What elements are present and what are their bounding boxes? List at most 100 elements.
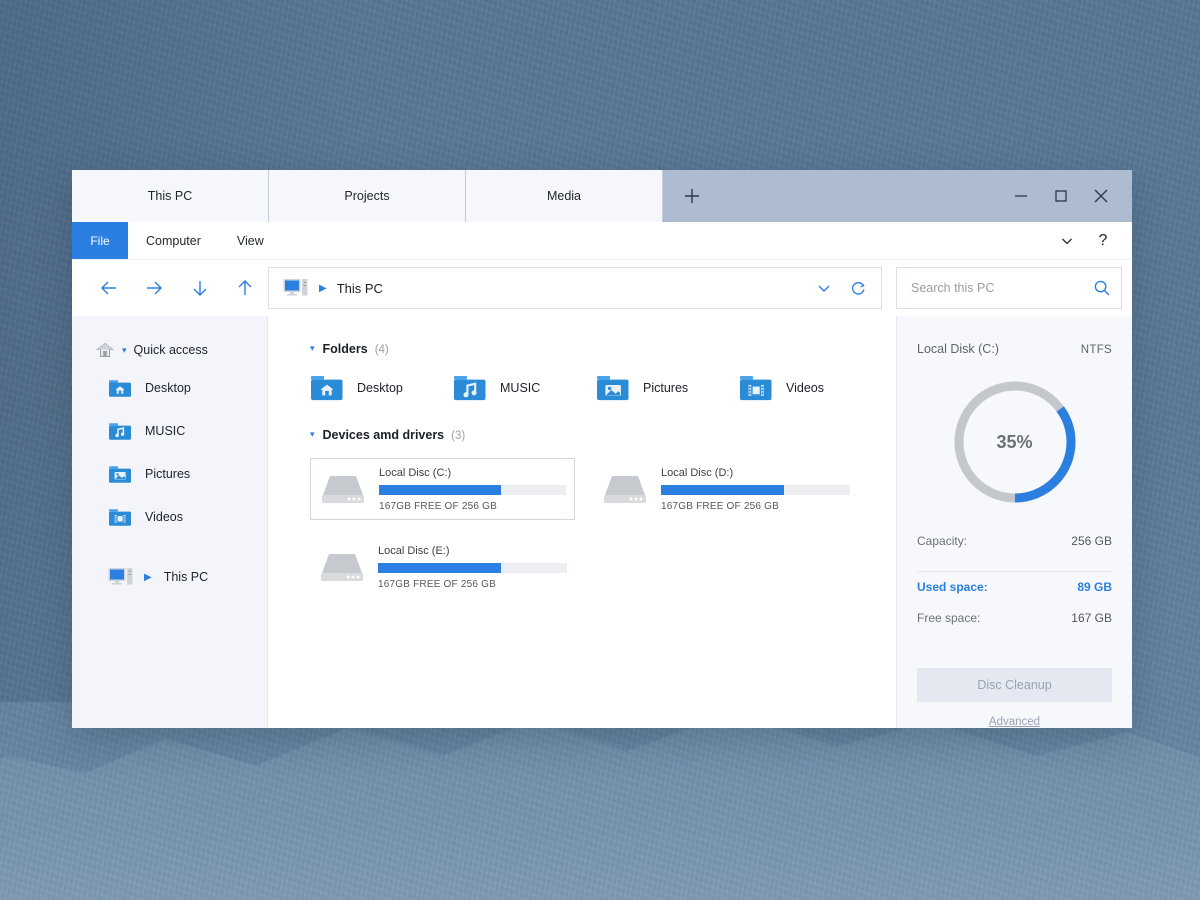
drive-space-label: 167GB FREE OF 256 GB [379, 500, 497, 512]
folder-videos-icon [109, 508, 131, 526]
menu-item-label: View [236, 233, 264, 248]
tab-this-pc[interactable]: This PC [72, 170, 269, 222]
refresh-button[interactable] [841, 268, 875, 308]
menu-bar-right: ? [1052, 222, 1132, 259]
sidebar-item-label: This PC [163, 570, 209, 584]
menu-computer[interactable]: Computer [128, 222, 219, 259]
drive-tile-d[interactable]: Local Disc (D:) 167GB FREE OF 256 GB [593, 458, 858, 520]
address-bar-actions [807, 268, 875, 308]
advanced-label: Advanced [988, 716, 1041, 728]
address-history-button[interactable] [807, 268, 841, 308]
recent-locations-button[interactable] [177, 268, 223, 308]
home-pin-icon [96, 342, 114, 357]
advanced-link[interactable]: Advanced [989, 716, 1040, 728]
folders-section-header[interactable]: ▾ Folders (4) [310, 342, 896, 356]
chevron-down-icon: ▾ [310, 429, 315, 439]
sidebar-item-label: MUSIC [145, 423, 186, 438]
tab-label: Media [546, 189, 582, 203]
maximize-button[interactable] [1042, 176, 1080, 216]
sidebar-group-quick-access[interactable]: ▾ Quick access [72, 334, 267, 366]
search-icon[interactable] [1093, 279, 1111, 297]
folders-grid: Desktop MUSIC Pictures Videos [310, 374, 896, 402]
devices-section-header[interactable]: ▾ Devices amd drivers (3) [310, 428, 896, 442]
drive-name: Local Disc (D:) [661, 466, 734, 479]
arrow-left-icon [100, 281, 116, 295]
tab-label: Projects [344, 189, 390, 203]
sidebar-item-videos[interactable]: Videos [72, 495, 267, 538]
chevron-down-icon [1062, 238, 1072, 244]
computer-icon [108, 568, 133, 585]
donut-center-label: 35% [996, 431, 1033, 452]
row-value: 89 GB [1077, 580, 1112, 594]
hard-drive-icon [321, 554, 363, 581]
drive-meta: Local Disc (C:) 167GB FREE OF 256 GB [379, 467, 566, 512]
tab-media[interactable]: Media [466, 170, 663, 222]
drive-space-label: 167GB FREE OF 256 GB [661, 500, 779, 512]
navigation-bar: ▶ This PC [72, 260, 1132, 316]
search-bar[interactable] [896, 267, 1122, 309]
folder-item-desktop[interactable]: Desktop [310, 374, 453, 402]
search-input[interactable] [911, 281, 1093, 295]
drive-meta: Local Disc (D:) 167GB FREE OF 256 GB [661, 467, 850, 512]
folder-label: MUSIC [500, 381, 541, 395]
row-key: Used space: [917, 580, 988, 594]
folder-item-pictures[interactable]: Pictures [596, 374, 739, 402]
menu-item-label: Computer [146, 233, 201, 248]
folder-item-music[interactable]: MUSIC [453, 374, 596, 402]
chevron-right-icon: ▶ [144, 571, 152, 583]
tab-label: This PC [147, 189, 193, 203]
minimize-icon [1015, 195, 1027, 197]
tab-strip: This PC Projects Media [72, 170, 721, 222]
details-row-capacity: Capacity: 256 GB [917, 534, 1112, 565]
drive-meta: Local Disc (E:) 167GB FREE OF 256 GB [378, 545, 567, 590]
folder-label: Desktop [357, 381, 403, 395]
nav-buttons [86, 268, 268, 308]
section-title: Folders [322, 342, 368, 356]
folder-home-icon [311, 376, 343, 401]
folder-item-videos[interactable]: Videos [739, 374, 882, 402]
details-divider [917, 571, 1112, 572]
back-button[interactable] [86, 268, 132, 308]
menu-file-label: File [90, 233, 110, 248]
file-explorer-window: This PC Projects Media File Computer Vie… [72, 170, 1132, 728]
tab-projects[interactable]: Projects [269, 170, 466, 222]
navigation-sidebar: ▾ Quick access Desktop MUSIC Pictures Vi… [72, 316, 268, 728]
help-label: ? [1098, 231, 1108, 249]
sidebar-item-music[interactable]: MUSIC [72, 409, 267, 452]
address-bar[interactable]: ▶ This PC [268, 267, 882, 309]
donut: 35% [951, 378, 1079, 506]
expand-ribbon-button[interactable] [1052, 226, 1082, 256]
drive-usage-bar [661, 484, 850, 495]
drive-tile-c[interactable]: Local Disc (C:) 167GB FREE OF 256 GB [310, 458, 575, 520]
menu-file[interactable]: File [72, 222, 128, 259]
details-row-free-space: Free space: 167 GB [917, 611, 1112, 642]
breadcrumb-path-label: This PC [336, 280, 383, 296]
close-button[interactable] [1082, 176, 1120, 216]
up-button[interactable] [223, 268, 269, 308]
sidebar-item-pictures[interactable]: Pictures [72, 452, 267, 495]
refresh-icon [851, 281, 864, 295]
drive-tile-e[interactable]: Local Disc (E:) 167GB FREE OF 256 GB [310, 536, 575, 598]
window-controls [1002, 170, 1132, 222]
minimize-button[interactable] [1002, 176, 1040, 216]
folder-label: Videos [786, 381, 824, 395]
details-title: Local Disk (C:) [917, 342, 999, 356]
folder-pictures-icon [597, 376, 629, 401]
forward-button[interactable] [132, 268, 178, 308]
new-tab-button[interactable] [663, 170, 721, 222]
sidebar-item-label: Desktop [145, 380, 191, 395]
hard-drive-icon [604, 476, 646, 503]
sidebar-group-label: Quick access [133, 343, 208, 357]
sidebar-item-this-pc[interactable]: ▶ This PC [72, 555, 267, 599]
usage-donut-chart: 35% [917, 378, 1112, 506]
filesystem-label: NTFS [1080, 344, 1112, 356]
sidebar-item-desktop[interactable]: Desktop [72, 366, 267, 409]
help-button[interactable]: ? [1088, 226, 1118, 256]
folder-videos-icon [740, 376, 772, 401]
folder-home-icon [109, 379, 131, 397]
computer-icon [283, 279, 308, 296]
details-panel: Local Disk (C:) NTFS 35% Capacity: 256 G… [896, 316, 1132, 728]
disc-cleanup-button[interactable]: Disc Cleanup [917, 668, 1112, 702]
window-body: ▾ Quick access Desktop MUSIC Pictures Vi… [72, 316, 1132, 728]
menu-view[interactable]: View [219, 222, 282, 259]
